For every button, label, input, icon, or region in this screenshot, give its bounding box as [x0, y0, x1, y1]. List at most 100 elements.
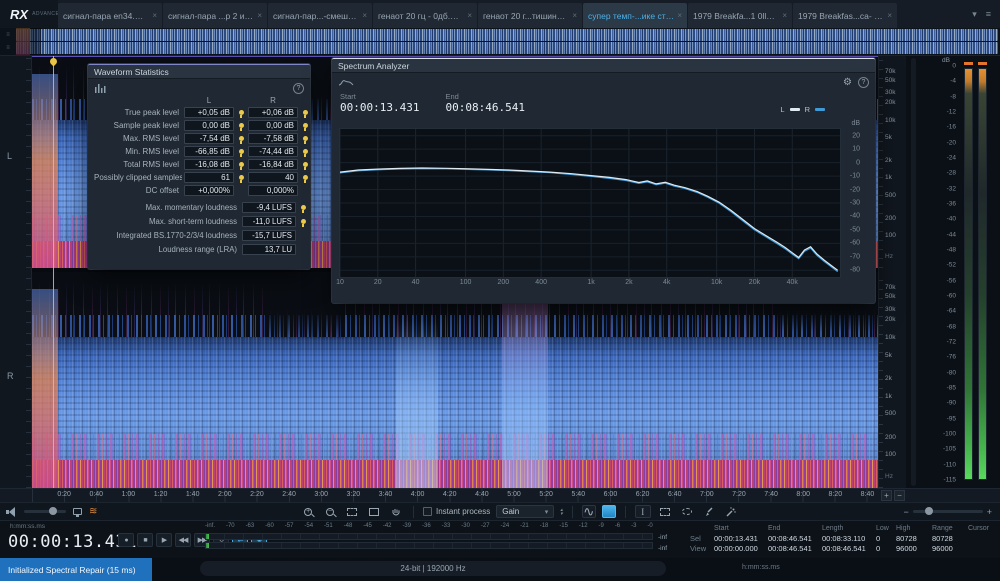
zoom-in-button[interactable]: +: [300, 505, 316, 518]
tab-label: сигнал-пара en34.wav: [63, 11, 149, 21]
tab[interactable]: 1979 Breakfas...ca- st1 .wav×: [793, 3, 897, 28]
zoom-in-icon[interactable]: +: [987, 507, 992, 517]
db-tick-label: 20: [852, 132, 860, 139]
tab-close-icon[interactable]: ×: [887, 11, 892, 20]
vertical-scrollbar[interactable]: [911, 58, 916, 486]
zoom-slider[interactable]: [913, 510, 983, 513]
playhead[interactable]: [53, 56, 54, 488]
seek-pin-icon[interactable]: [301, 219, 306, 224]
overview-strip[interactable]: [16, 28, 1000, 55]
seek-pin-icon[interactable]: [303, 123, 308, 128]
clip-indicator-left[interactable]: [964, 62, 973, 65]
speaker-icon[interactable]: [6, 507, 17, 517]
tab[interactable]: супер темп-...ике ст1.wav×: [583, 3, 687, 28]
stop-button[interactable]: ■: [137, 533, 153, 547]
instant-process-toggle[interactable]: Instant process: [423, 507, 490, 516]
spectrum-graph[interactable]: 1020401002004001k2k4k10k20k40k: [340, 129, 840, 291]
tab-close-icon[interactable]: ×: [467, 11, 472, 20]
spectrogram-right-channel[interactable]: [32, 272, 878, 488]
spectral-bright-patch: [396, 320, 438, 488]
waveform-view-button[interactable]: ∿: [582, 505, 596, 518]
output-device-icon[interactable]: [73, 508, 82, 515]
info-value: 80728: [896, 534, 932, 544]
rewind-button[interactable]: ◀◀: [175, 533, 191, 547]
seek-pin-icon[interactable]: [239, 136, 244, 141]
seek-pin-icon[interactable]: [303, 162, 308, 167]
amplitude-ruler: L R: [0, 56, 32, 488]
tab[interactable]: сигнал-пара en34.wav×: [58, 3, 162, 28]
freq-zoom-in-button[interactable]: +: [881, 490, 892, 501]
record-button[interactable]: ●: [118, 533, 134, 547]
channel-options-icon[interactable]: ≡: [6, 32, 10, 38]
tab-close-icon[interactable]: ×: [677, 11, 682, 20]
info-time-format-label[interactable]: h:mm:ss.ms: [742, 564, 780, 571]
menu-icon[interactable]: ≡: [986, 9, 991, 19]
tab-close-icon[interactable]: ×: [782, 11, 787, 20]
brush-tool[interactable]: [701, 505, 717, 518]
analysis-start-time[interactable]: 00:00:13.431: [340, 101, 419, 114]
seek-pin-icon[interactable]: [239, 175, 244, 180]
help-icon[interactable]: ?: [293, 83, 304, 94]
seek-pin-icon[interactable]: [303, 136, 308, 141]
overview-waveform-left: [16, 29, 998, 41]
channel-options-icon[interactable]: ≡: [6, 45, 10, 51]
magic-wand-tool[interactable]: [723, 505, 739, 518]
legend-channel-label: L: [780, 105, 784, 114]
freq-ruler-label: 70k: [885, 284, 895, 291]
stat-label: Total RMS level: [94, 160, 182, 169]
slider-knob[interactable]: [925, 507, 933, 515]
zoom-out-icon[interactable]: −: [903, 507, 908, 517]
seek-pin-icon[interactable]: [303, 175, 308, 180]
tab[interactable]: генаот 20 гц - 0дб.wav×: [373, 3, 477, 28]
app-logo-text: RX: [10, 7, 28, 22]
clip-properties[interactable]: 24-bit | 192000 Hz: [200, 561, 666, 576]
tool-group: + − Instant process Gain ▾ ▴ ▾ ∿: [300, 505, 739, 518]
timeline-ticks[interactable]: 0:200:401:001:201:402:002:202:403:003:20…: [32, 489, 878, 502]
play-button[interactable]: ▶: [156, 533, 172, 547]
spectrum-analyzer-icon: [338, 77, 354, 87]
spectrogram-settings-icon[interactable]: ≋: [89, 507, 97, 517]
freq-zoom-out-button[interactable]: −: [894, 490, 905, 501]
checkbox-icon[interactable]: [423, 507, 432, 516]
tab[interactable]: сигнал-пар...-смеш9.wav×: [268, 3, 372, 28]
slider-knob[interactable]: [49, 507, 57, 515]
timeline-ruler[interactable]: 0:200:401:001:201:402:002:202:403:003:20…: [0, 488, 1000, 502]
chevron-down-icon[interactable]: ▾: [972, 9, 977, 20]
time-format-label[interactable]: h:mm:ss.ms: [10, 523, 45, 530]
seek-pin-icon[interactable]: [239, 162, 244, 167]
analysis-end-time[interactable]: 00:08:46.541: [445, 101, 524, 114]
tab-close-icon[interactable]: ×: [257, 11, 262, 20]
module-spinner[interactable]: ▴ ▾: [560, 508, 563, 516]
seek-pin-icon[interactable]: [239, 123, 244, 128]
help-icon[interactable]: ?: [858, 77, 869, 88]
spectrogram-view-button[interactable]: [602, 505, 616, 518]
clip-indicator-right[interactable]: [978, 62, 987, 65]
time-selection-tool[interactable]: I: [635, 505, 651, 518]
time-frequency-selection-tool[interactable]: [657, 505, 673, 518]
playback-meter-right: [205, 542, 653, 549]
zoom-out-button[interactable]: −: [322, 505, 338, 518]
lasso-tool[interactable]: [679, 505, 695, 518]
hand-tool-button[interactable]: [388, 505, 404, 518]
settings-gear-icon[interactable]: ⚙: [843, 77, 852, 88]
seek-pin-icon[interactable]: [303, 110, 308, 115]
seek-pin-icon[interactable]: [239, 149, 244, 154]
module-dropdown[interactable]: Gain ▾: [496, 505, 554, 518]
tab[interactable]: генаот 20 г...тишина.wav×: [478, 3, 582, 28]
zoom-selection-button[interactable]: [344, 505, 360, 518]
tab[interactable]: сигнал-пара ...р 2 и 3 .wav×: [163, 3, 267, 28]
tab-close-icon[interactable]: ×: [572, 11, 577, 20]
seek-pin-icon[interactable]: [301, 205, 306, 210]
dialog-titlebar[interactable]: Spectrum Analyzer: [332, 59, 875, 73]
seek-pin-icon[interactable]: [303, 149, 308, 154]
info-value: [968, 544, 996, 554]
tab-close-icon[interactable]: ×: [152, 11, 157, 20]
zoom-fit-button[interactable]: [366, 505, 382, 518]
tab[interactable]: 1979 Breakfa...1 0lleg.wav×: [688, 3, 792, 28]
seek-pin-icon[interactable]: [239, 110, 244, 115]
monitor-volume-slider[interactable]: [24, 510, 66, 513]
freq-ruler-label: 30k: [885, 89, 895, 96]
dialog-titlebar[interactable]: Waveform Statistics: [88, 65, 310, 79]
stat-value-l: +0,000%: [184, 185, 234, 196]
tab-close-icon[interactable]: ×: [362, 11, 367, 20]
